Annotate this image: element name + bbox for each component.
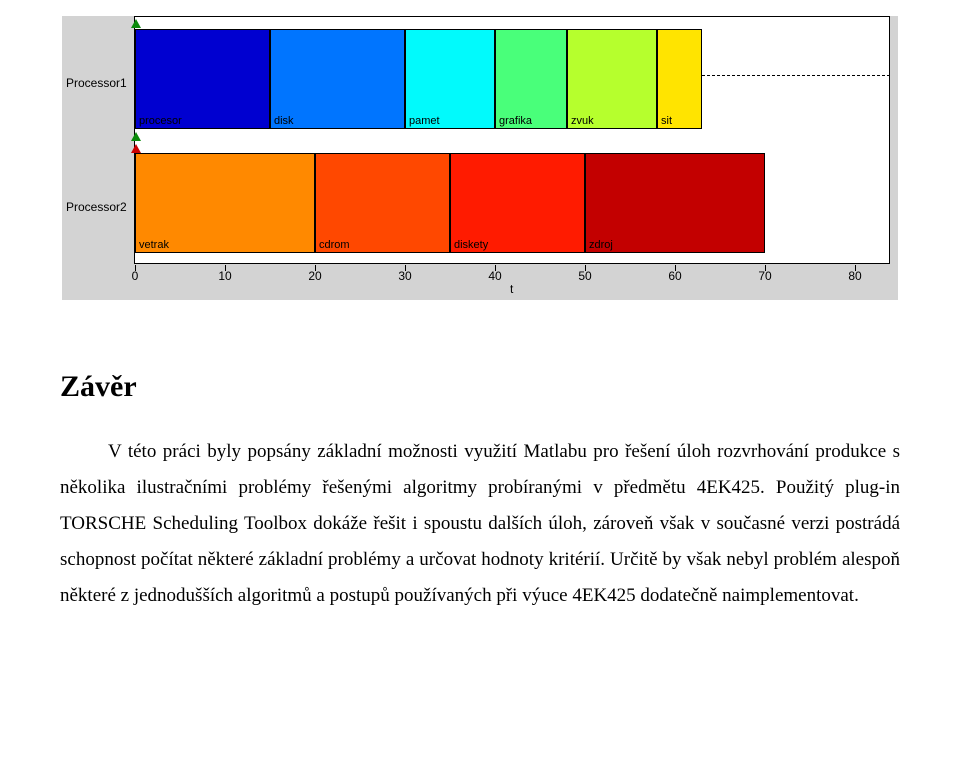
gantt-bar-label: diskety (454, 239, 488, 251)
start-marker-icon (131, 144, 141, 153)
gantt-bar (567, 29, 657, 129)
x-tick-label: 10 (218, 269, 231, 283)
document-text: Závěr V této práci byly popsány základní… (0, 370, 960, 614)
x-tick-label: 70 (758, 269, 771, 283)
x-tick-label: 40 (488, 269, 501, 283)
x-tick-label: 0 (132, 269, 139, 283)
paragraph: V této práci byly popsány základní možno… (60, 434, 900, 614)
gantt-bar (495, 29, 567, 129)
gantt-bar-label: pamet (409, 115, 440, 127)
gantt-bar-label: zvuk (571, 115, 594, 127)
gantt-bar-label: cdrom (319, 239, 350, 251)
row-label-2: Processor2 (66, 200, 127, 214)
row-label-1: Processor1 (66, 76, 127, 90)
gantt-chart: procesor disk pamet grafika zvuk sit vetrak cd… (62, 16, 898, 300)
gantt-bar-label: grafika (499, 115, 532, 127)
x-axis-label: t (510, 282, 513, 296)
start-marker-icon (131, 19, 141, 28)
gantt-bar (585, 153, 765, 253)
gantt-bar-label: zdroj (589, 239, 613, 251)
x-tick-label: 60 (668, 269, 681, 283)
gantt-bar (405, 29, 495, 129)
x-tick-label: 30 (398, 269, 411, 283)
x-tick-label: 80 (848, 269, 861, 283)
gantt-bar-label: procesor (139, 115, 182, 127)
deadline-line (702, 75, 890, 76)
gantt-bar (270, 29, 405, 129)
gantt-bar-label: disk (274, 115, 294, 127)
gantt-bar (657, 29, 702, 129)
gantt-bar (135, 29, 270, 129)
plot-area: procesor disk pamet grafika zvuk sit vetrak cd… (134, 16, 890, 264)
gantt-bar-label: vetrak (139, 239, 169, 251)
x-tick-label: 50 (578, 269, 591, 283)
gantt-bar (135, 153, 315, 253)
gantt-bar-label: sit (661, 115, 672, 127)
gantt-bar (315, 153, 450, 253)
x-tick-label: 20 (308, 269, 321, 283)
gantt-bar (450, 153, 585, 253)
start-marker-icon (131, 132, 141, 141)
heading: Závěr (60, 370, 900, 404)
